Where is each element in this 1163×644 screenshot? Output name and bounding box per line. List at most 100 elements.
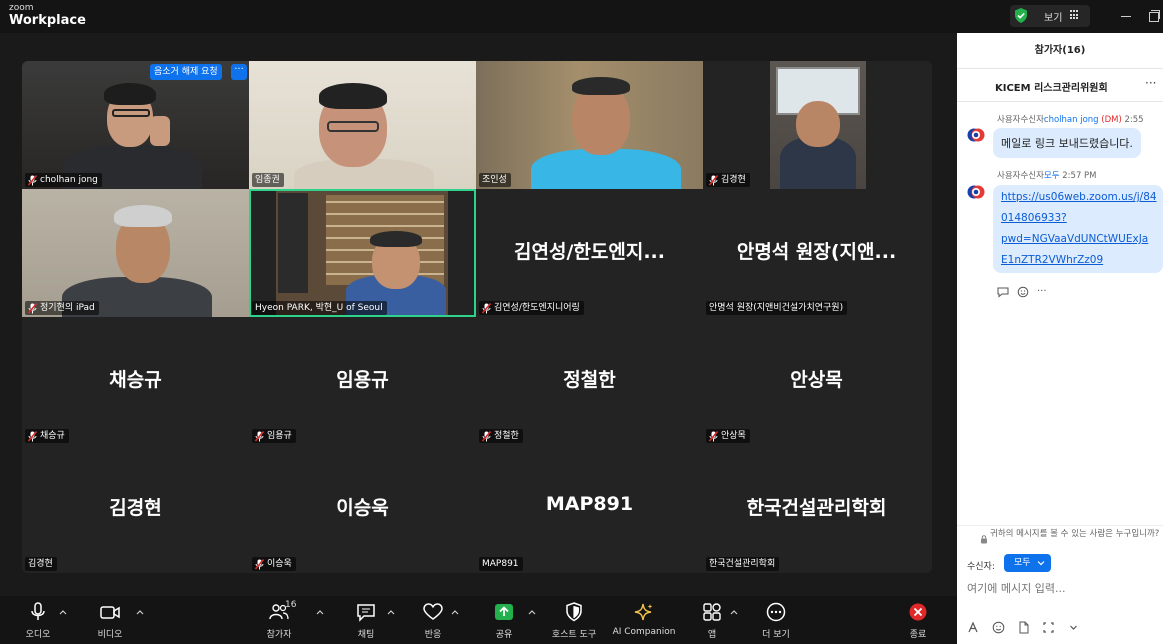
mic-muted-icon (28, 174, 37, 186)
meeting-link-line[interactable]: 014806933? (1001, 208, 1155, 229)
mic-muted-icon (28, 302, 37, 314)
message-prefix: 사용자수신자 (997, 171, 1044, 181)
name-tile[interactable]: 김연성/한도엔지... 김연성/한도엔지니어링 (476, 189, 703, 317)
meeting-link-line[interactable]: https://us06web.zoom.us/j/84 (1001, 187, 1157, 208)
meeting-link-line[interactable]: pwd=NGVaaVdUNCtWUExJa (1001, 229, 1155, 250)
name-tile[interactable]: 한국건설관리학회 한국건설관리학회 (703, 445, 930, 573)
name-tile[interactable]: 이승욱 이승욱 (249, 445, 476, 573)
participant-display-name: 채승규 (109, 369, 162, 391)
screenshot-icon[interactable] (1042, 621, 1055, 634)
chevron-up-icon[interactable] (451, 608, 459, 616)
mic-muted-icon (255, 430, 264, 442)
reactions-label: 반응 (424, 630, 442, 640)
sender-avatar (967, 183, 985, 201)
chevron-up-icon[interactable] (59, 608, 67, 616)
mute-request-button[interactable]: 음소거 해제 요청 (150, 64, 222, 80)
chevron-down-icon[interactable] (1067, 621, 1080, 634)
name-tile[interactable]: 임용규 임용규 (249, 317, 476, 445)
video-tile[interactable]: 정기현의 iPad (22, 189, 249, 317)
chevron-up-icon[interactable] (528, 608, 536, 616)
minimize-icon[interactable] (1118, 8, 1134, 24)
video-tile[interactable]: 김경현 (703, 61, 930, 189)
emoji-reaction-icon[interactable] (1017, 286, 1029, 298)
message-bubble[interactable]: 메일로 링크 보내드렸습니다. (993, 128, 1141, 158)
participants-button[interactable]: 16 참가자 (249, 600, 309, 640)
chevron-up-icon[interactable] (730, 608, 738, 616)
participant-name: 김경현 (28, 559, 53, 569)
video-tile[interactable]: 임종권 (249, 61, 476, 189)
zoom-meeting-window: zoom Workplace 보기 음소거 해제 요청 ··· cholhan … (0, 0, 1163, 644)
brand-small: zoom (9, 3, 34, 13)
participant-display-name: MAP891 (545, 493, 634, 515)
chevron-up-icon[interactable] (316, 608, 324, 616)
name-tile[interactable]: 채승규 채승규 (22, 317, 249, 445)
mic-muted-icon (482, 430, 491, 442)
participant-name-tag: cholhan jong (25, 173, 102, 187)
video-button[interactable]: 비디오 (80, 602, 140, 640)
participant-name: cholhan jong (40, 175, 98, 185)
chevron-up-icon[interactable] (387, 608, 395, 616)
video-stage: 음소거 해제 요청 ··· cholhan jong 임종권 조인성 김경현 정… (0, 33, 957, 596)
view-label[interactable]: 보기 (1044, 9, 1062, 24)
video-tile[interactable]: 조인성 (476, 61, 703, 189)
more-actions-icon[interactable]: ··· (1037, 286, 1047, 298)
end-meeting-icon (907, 602, 929, 622)
recipient-label: 수신자: (967, 562, 995, 572)
participant-name: 김연성/한도엔지니어링 (494, 303, 580, 313)
host-tools-button[interactable]: 호스트 도구 (544, 602, 604, 640)
share-button[interactable]: 공유 (474, 602, 534, 640)
grid-icon[interactable] (1070, 10, 1080, 20)
participant-display-name: 안상목 (790, 369, 843, 391)
participant-name-tag: Hyeon PARK, 박현_U of Seoul (252, 301, 387, 315)
emoji-icon[interactable] (992, 621, 1005, 634)
name-tile[interactable]: 안상목 안상목 (703, 317, 930, 445)
participant-name-tag: 임종권 (252, 173, 284, 187)
message-prefix: 사용자수신자 (997, 115, 1044, 125)
name-tile[interactable]: 정철한 정철한 (476, 317, 703, 445)
participant-name: 정철한 (494, 431, 519, 441)
message-input[interactable] (967, 577, 1155, 599)
participant-name: 임용규 (267, 431, 292, 441)
message-recipient[interactable]: 모두 (1044, 171, 1060, 181)
format-text-icon[interactable] (967, 621, 980, 634)
restore-window-icon[interactable] (1145, 8, 1161, 24)
participant-display-name: 임용규 (336, 369, 389, 391)
end-meeting-button[interactable]: 종료 (888, 602, 948, 640)
ai-companion-label: AI Companion (612, 627, 676, 637)
message-link-bubble[interactable]: https://us06web.zoom.us/j/84 014806933? … (993, 185, 1163, 273)
participant-name: MAP891 (482, 559, 519, 569)
shield-check-icon[interactable] (1014, 8, 1028, 23)
recipient-dropdown[interactable]: 모두 (1004, 554, 1051, 572)
participant-video (22, 61, 249, 189)
participant-name-tag: 김연성/한도엔지니어링 (479, 301, 584, 315)
chat-label: 채팅 (357, 630, 375, 640)
participant-name-tag: 조인성 (479, 173, 511, 187)
video-tile-active-speaker[interactable]: Hyeon PARK, 박현_U of Seoul (249, 189, 476, 317)
message-recipient[interactable]: cholhan jong (1044, 115, 1099, 125)
more-button[interactable]: 더 보기 (746, 602, 806, 640)
participant-name: 정기현의 iPad (40, 303, 95, 313)
participant-video (249, 61, 476, 189)
ai-companion-button[interactable]: AI Companion (612, 602, 676, 637)
reply-icon[interactable] (997, 286, 1009, 298)
chat-more-icon[interactable]: ··· (1145, 76, 1156, 90)
end-label: 종료 (909, 630, 927, 640)
video-tile[interactable]: 음소거 해제 요청 ··· cholhan jong (22, 61, 249, 189)
name-tile[interactable]: 안명석 원장(지앤... 안명석 원장(지앤비건설가치연구원) (703, 189, 930, 317)
chevron-up-icon[interactable] (136, 608, 144, 616)
lock-icon (979, 529, 989, 544)
audio-label: 오디오 (25, 630, 51, 640)
chevron-down-icon (1037, 559, 1045, 567)
microphone-icon (27, 602, 49, 622)
participant-name: Hyeon PARK, 박현_U of Seoul (255, 303, 383, 313)
mic-muted-icon (709, 430, 718, 442)
participant-name: 조인성 (482, 175, 507, 185)
file-icon[interactable] (1017, 621, 1030, 634)
participant-name-tag: 김경현 (706, 173, 750, 187)
name-tile[interactable]: MAP891 MAP891 (476, 445, 703, 573)
tile-more-button[interactable]: ··· (231, 64, 247, 80)
side-panel: 참가자(16) KICEM 리스크관리위원회 ··· 사용자수신자cholhan… (957, 33, 1163, 644)
participants-panel-header[interactable]: 참가자(16) (957, 33, 1163, 69)
meeting-link-line[interactable]: E1nZTR2VWhrZz09 (1001, 250, 1155, 271)
name-tile[interactable]: 김경현 김경현 (22, 445, 249, 573)
